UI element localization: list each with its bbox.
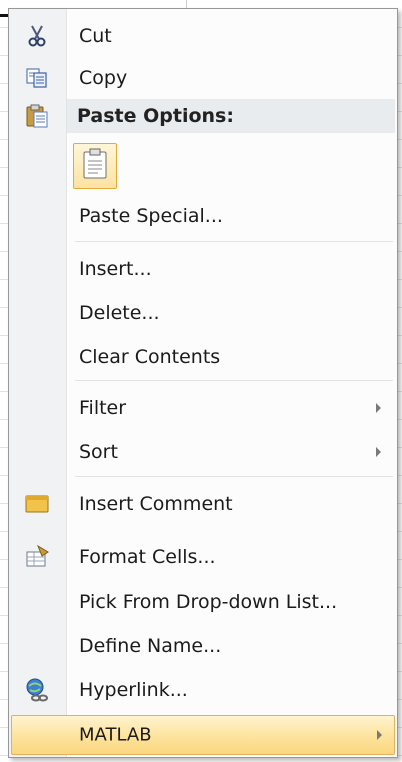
menu-item-label: Copy [79,67,128,89]
menu-item-format-cells[interactable]: Format Cells... [11,536,395,578]
menu-item-label: Insert Comment [79,493,233,515]
menu-item-copy[interactable]: Copy [11,57,395,99]
paste-options-label: Paste Options: [77,105,234,127]
menu-item-define-name[interactable]: Define Name... [11,625,395,667]
comment-icon [23,490,51,518]
format-cells-icon [23,543,51,571]
menu-item-label: Delete... [79,302,160,324]
paste-clipboard-icon [82,148,108,184]
menu-item-label: Clear Contents [79,346,221,368]
menu-separator [75,380,393,381]
hyperlink-icon [23,676,51,704]
menu-item-insert-comment[interactable]: Insert Comment [11,483,395,525]
menu-separator [75,476,393,477]
menu-item-label: Paste Special... [79,205,223,227]
menu-item-label: Sort [79,441,118,463]
copy-icon [23,64,51,92]
menu-item-matlab[interactable]: MATLAB [11,715,395,755]
menu-separator [75,241,393,242]
menu-item-label: Cut [79,25,112,47]
submenu-arrow-icon [376,447,381,457]
menu-item-delete[interactable]: Delete... [11,292,395,334]
menu-item-label: Filter [79,397,127,419]
menu-item-filter[interactable]: Filter [11,387,395,429]
menu-item-cut[interactable]: Cut [11,15,395,57]
menu-item-paste-special[interactable]: Paste Special... [11,195,395,237]
menu-item-label: Insert... [79,258,152,280]
clipboard-icon [23,102,51,130]
menu-item-pick-from-dropdown[interactable]: Pick From Drop-down List... [11,581,395,623]
menu-item-insert[interactable]: Insert... [11,248,395,290]
submenu-arrow-icon [376,403,381,413]
submenu-arrow-icon [377,730,382,740]
menu-item-label: Pick From Drop-down List... [79,591,338,613]
menu-item-label: MATLAB [79,724,152,746]
paste-option-button[interactable] [73,143,117,189]
menu-item-label: Hyperlink... [79,679,188,701]
menu-item-sort[interactable]: Sort [11,431,395,473]
menu-item-label: Format Cells... [79,546,216,568]
paste-options-header: Paste Options: [67,99,395,133]
menu-item-clear-contents[interactable]: Clear Contents [11,336,395,378]
menu-item-label: Define Name... [79,635,222,657]
context-menu: Cut Copy Paste Options: Paste Special...… [8,8,398,758]
scissors-icon [23,22,51,50]
menu-item-hyperlink[interactable]: Hyperlink... [11,669,395,711]
